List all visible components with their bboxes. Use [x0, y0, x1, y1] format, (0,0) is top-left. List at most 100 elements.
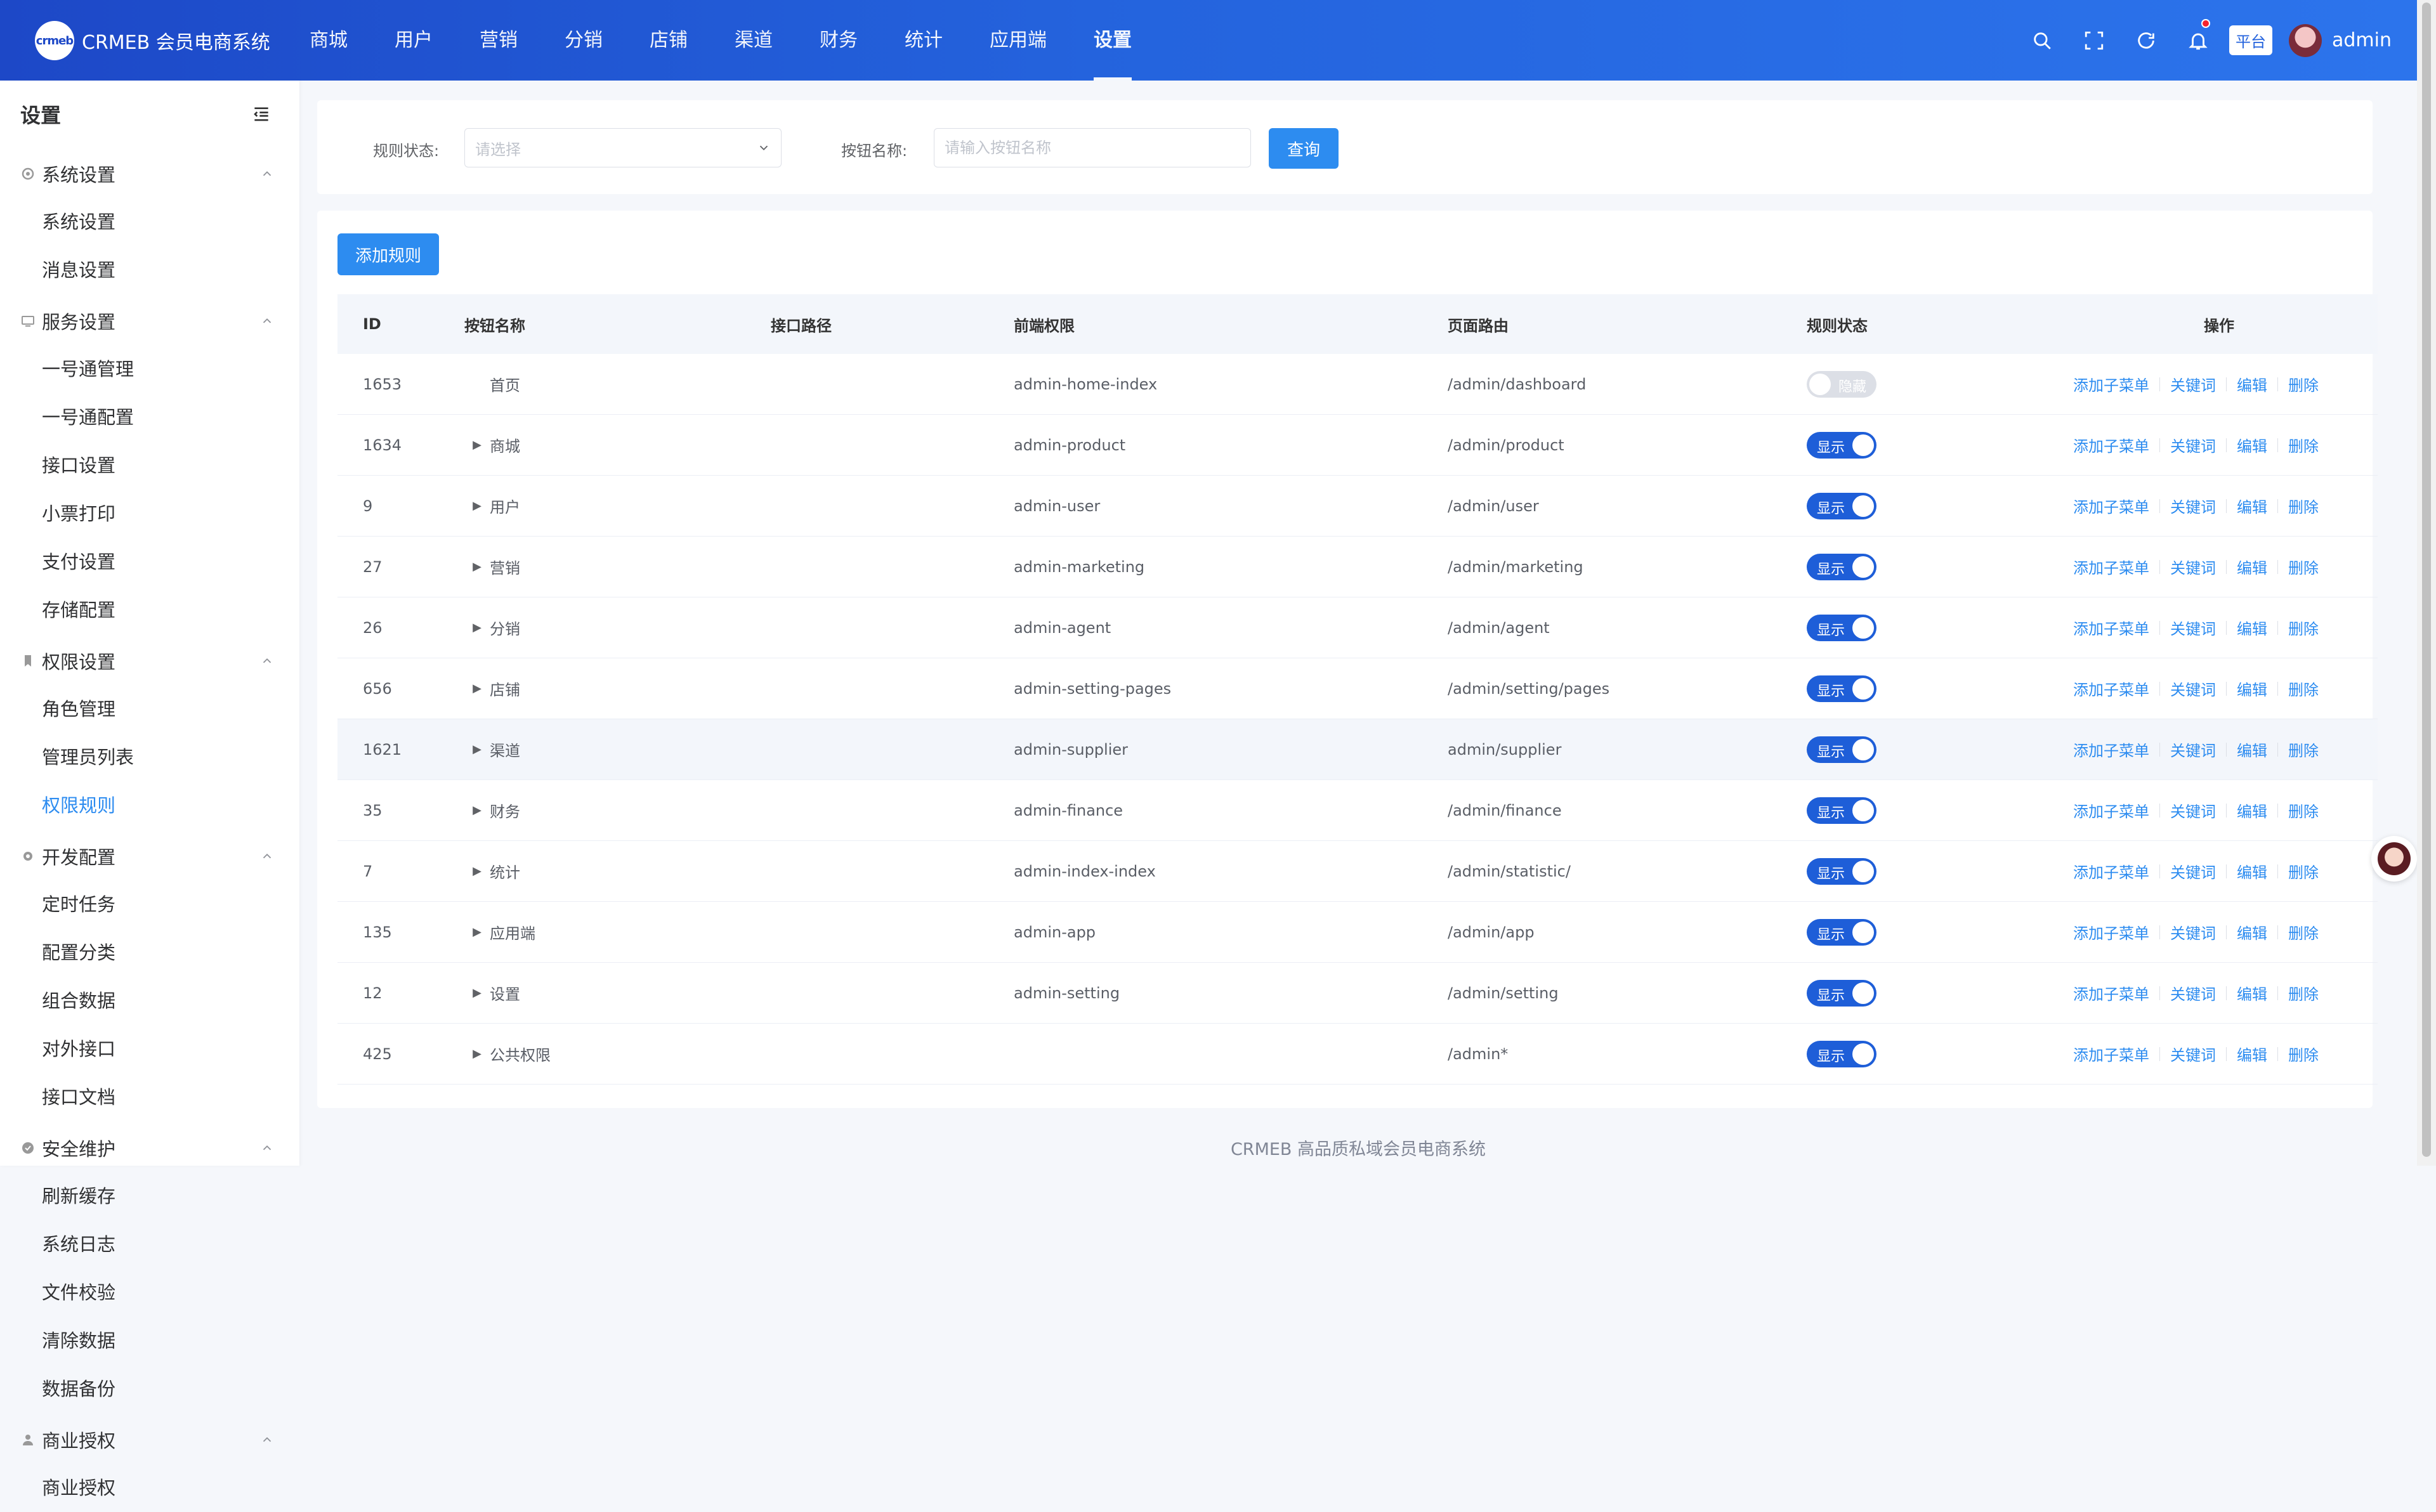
- notification-button[interactable]: [2172, 0, 2224, 81]
- sidebar-item[interactable]: 组合数据: [42, 977, 179, 1025]
- username[interactable]: admin: [2332, 29, 2392, 51]
- sidebar-item[interactable]: 对外接口: [42, 1025, 179, 1073]
- delete-link[interactable]: 删除: [2288, 434, 2319, 456]
- add-submenu-link[interactable]: 添加子菜单: [2073, 982, 2149, 1004]
- status-switch[interactable]: 显示: [1807, 614, 1876, 641]
- status-select[interactable]: 请选择: [464, 128, 782, 167]
- keyword-link[interactable]: 关键词: [2170, 738, 2216, 760]
- edit-link[interactable]: 编辑: [2237, 677, 2267, 700]
- collapse-menu-icon[interactable]: [251, 104, 272, 124]
- status-switch[interactable]: 显示: [1807, 492, 1876, 519]
- expand-caret-icon[interactable]: ▶: [464, 621, 490, 634]
- sidebar-item[interactable]: 一号通配置: [42, 393, 179, 441]
- add-submenu-link[interactable]: 添加子菜单: [2073, 921, 2149, 943]
- expand-caret-icon[interactable]: ▶: [464, 682, 490, 695]
- assistant-avatar-button[interactable]: [2371, 836, 2417, 882]
- sidebar-item[interactable]: 存储配置: [42, 586, 179, 634]
- add-submenu-link[interactable]: 添加子菜单: [2073, 495, 2149, 517]
- status-switch[interactable]: 显示: [1807, 857, 1876, 885]
- edit-link[interactable]: 编辑: [2237, 738, 2267, 760]
- sidebar-item[interactable]: 接口设置: [42, 441, 179, 490]
- status-switch[interactable]: 显示: [1807, 675, 1876, 702]
- sidebar-item[interactable]: 数据备份: [42, 1365, 179, 1413]
- sidebar-item[interactable]: 管理员列表: [42, 733, 179, 781]
- delete-link[interactable]: 删除: [2288, 677, 2319, 700]
- edit-link[interactable]: 编辑: [2237, 1043, 2267, 1065]
- keyword-link[interactable]: 关键词: [2170, 373, 2216, 395]
- topnav-item[interactable]: 统计: [887, 0, 960, 81]
- keyword-link[interactable]: 关键词: [2170, 860, 2216, 882]
- scrollbar-thumb[interactable]: [2422, 3, 2431, 1157]
- expand-caret-icon[interactable]: ▶: [464, 804, 490, 817]
- add-submenu-link[interactable]: 添加子菜单: [2073, 677, 2149, 700]
- delete-link[interactable]: 删除: [2288, 495, 2319, 517]
- keyword-link[interactable]: 关键词: [2170, 1043, 2216, 1065]
- status-switch[interactable]: 显示: [1807, 797, 1876, 824]
- edit-link[interactable]: 编辑: [2237, 799, 2267, 821]
- edit-link[interactable]: 编辑: [2237, 495, 2267, 517]
- edit-link[interactable]: 编辑: [2237, 434, 2267, 456]
- delete-link[interactable]: 删除: [2288, 799, 2319, 821]
- sidebar-item[interactable]: 系统日志: [42, 1220, 179, 1268]
- delete-link[interactable]: 删除: [2288, 1043, 2319, 1065]
- topnav-item[interactable]: 店铺: [632, 0, 705, 81]
- edit-link[interactable]: 编辑: [2237, 616, 2267, 639]
- fullscreen-button[interactable]: [2068, 0, 2120, 81]
- sidebar-item[interactable]: 商业授权: [42, 1464, 179, 1512]
- edit-link[interactable]: 编辑: [2237, 921, 2267, 943]
- add-rule-button[interactable]: 添加规则: [337, 233, 439, 275]
- delete-link[interactable]: 删除: [2288, 921, 2319, 943]
- topnav-item[interactable]: 财务: [802, 0, 875, 81]
- keyword-link[interactable]: 关键词: [2170, 616, 2216, 639]
- status-switch[interactable]: 显示: [1807, 1040, 1876, 1067]
- sidebar-group-header[interactable]: 安全维护: [0, 1124, 299, 1172]
- platform-tag[interactable]: 平台: [2229, 25, 2272, 55]
- button-name-input[interactable]: [934, 128, 1251, 167]
- sidebar-item[interactable]: 刷新缓存: [42, 1172, 179, 1220]
- add-submenu-link[interactable]: 添加子菜单: [2073, 616, 2149, 639]
- expand-caret-icon[interactable]: ▶: [464, 743, 490, 756]
- expand-caret-icon[interactable]: ▶: [464, 1047, 490, 1060]
- keyword-link[interactable]: 关键词: [2170, 434, 2216, 456]
- status-switch[interactable]: 显示: [1807, 736, 1876, 763]
- sidebar-item[interactable]: 系统设置: [42, 198, 179, 246]
- sidebar-item[interactable]: 一号通管理: [42, 345, 179, 393]
- add-submenu-link[interactable]: 添加子菜单: [2073, 799, 2149, 821]
- topnav-item[interactable]: 分销: [547, 0, 620, 81]
- topnav-item[interactable]: 渠道: [717, 0, 790, 81]
- sidebar-group-header[interactable]: 权限设置: [0, 637, 299, 685]
- search-button[interactable]: [2016, 0, 2068, 81]
- delete-link[interactable]: 删除: [2288, 860, 2319, 882]
- edit-link[interactable]: 编辑: [2237, 860, 2267, 882]
- status-switch[interactable]: 显示: [1807, 431, 1876, 459]
- add-submenu-link[interactable]: 添加子菜单: [2073, 1043, 2149, 1065]
- keyword-link[interactable]: 关键词: [2170, 921, 2216, 943]
- delete-link[interactable]: 删除: [2288, 556, 2319, 578]
- status-switch[interactable]: 显示: [1807, 918, 1876, 946]
- add-submenu-link[interactable]: 添加子菜单: [2073, 373, 2149, 395]
- user-avatar[interactable]: [2289, 23, 2322, 57]
- topnav-item[interactable]: 设置: [1076, 0, 1149, 81]
- add-submenu-link[interactable]: 添加子菜单: [2073, 434, 2149, 456]
- expand-caret-icon[interactable]: ▶: [464, 438, 490, 452]
- page-scrollbar[interactable]: [2417, 0, 2436, 1166]
- delete-link[interactable]: 删除: [2288, 982, 2319, 1004]
- sidebar-item[interactable]: 小票打印: [42, 490, 179, 538]
- sidebar-group-header[interactable]: 服务设置: [0, 297, 299, 345]
- sidebar-item[interactable]: 清除数据: [42, 1317, 179, 1365]
- keyword-link[interactable]: 关键词: [2170, 677, 2216, 700]
- keyword-link[interactable]: 关键词: [2170, 556, 2216, 578]
- expand-caret-icon[interactable]: ▶: [464, 925, 490, 939]
- expand-caret-icon[interactable]: ▶: [464, 864, 490, 878]
- sidebar-item[interactable]: 支付设置: [42, 538, 179, 586]
- topnav-item[interactable]: 用户: [377, 0, 450, 81]
- edit-link[interactable]: 编辑: [2237, 982, 2267, 1004]
- sidebar-item[interactable]: 消息设置: [42, 246, 179, 294]
- add-submenu-link[interactable]: 添加子菜单: [2073, 738, 2149, 760]
- query-button[interactable]: 查询: [1269, 128, 1339, 169]
- status-switch[interactable]: 隐藏: [1807, 370, 1876, 398]
- keyword-link[interactable]: 关键词: [2170, 495, 2216, 517]
- brand[interactable]: crmeb CRMEB 会员电商系统: [35, 21, 270, 60]
- sidebar-item[interactable]: 文件校验: [42, 1268, 179, 1317]
- sidebar-group-header[interactable]: 开发配置: [0, 832, 299, 880]
